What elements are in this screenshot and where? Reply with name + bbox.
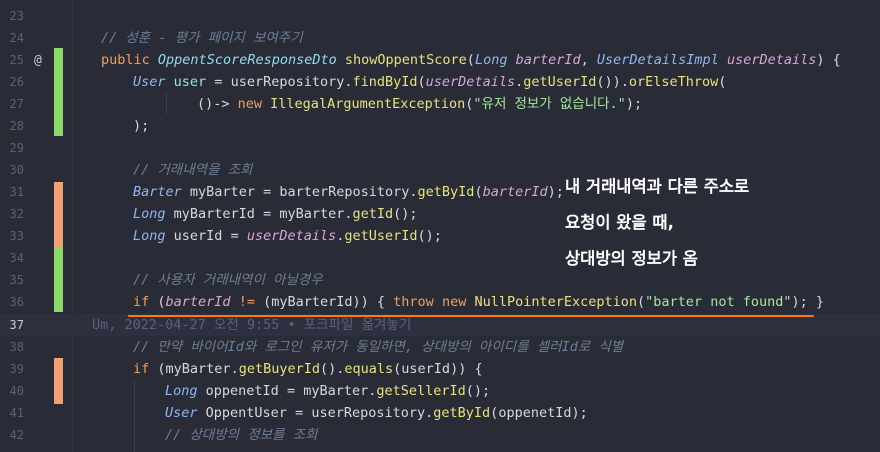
code-line-33: Long userId = userDetails.getUserId();	[133, 228, 442, 244]
line-number: 35	[9, 273, 24, 287]
code-line-25: public OppentScoreResponseDto showOppent…	[101, 52, 841, 68]
code-line-31: Barter myBarter = barterRepository.getBy…	[133, 184, 564, 200]
code-comment: // 거래내역을 조회	[133, 162, 253, 178]
line-number: 24	[9, 31, 24, 45]
line-number: 39	[9, 362, 24, 376]
code-line-27: ()-> new IllegalArgumentException("유저 정보…	[197, 96, 643, 112]
code-comment: // 상대방의 정보를 조회	[165, 427, 318, 443]
line-number: 40	[9, 384, 24, 398]
code-line-40: Long oppenetId = myBarter.getSellerId();	[165, 383, 491, 399]
code-comment: // 사용자 거래내역이 아닐경우	[133, 272, 323, 288]
line-number: 26	[9, 75, 24, 89]
code-line-28: );	[133, 118, 150, 134]
line-number: 34	[9, 251, 24, 265]
line-number: 33	[9, 229, 24, 243]
line-number: 31	[9, 185, 24, 199]
line-number: 27	[9, 97, 24, 111]
code-editor[interactable]: 23 24 // 성훈 - 평가 페이지 보여주기 25 @ public Op…	[0, 0, 880, 452]
annotation-text-line-2: 요청이 왔을 때,	[565, 213, 674, 232]
line-number: 36	[9, 295, 24, 309]
line-number: 23	[9, 9, 24, 23]
line-number: 30	[9, 163, 24, 177]
line-number: 29	[9, 141, 24, 155]
annotation-text-line-1: 내 거래내역과 다른 주소로	[565, 177, 750, 196]
line-number: 42	[9, 428, 24, 442]
code-line-36: if (barterId != (myBarterId)) { throw ne…	[133, 294, 824, 310]
code-line-39: if (myBarter.getBuyerId().equals(userId)…	[133, 361, 483, 377]
annotation-at-icon[interactable]: @	[34, 53, 42, 68]
code-line-26: User user = userRepository.findById(user…	[133, 74, 727, 90]
line-number: 28	[9, 119, 24, 133]
code-line-41: User OppentUser = userRepository.getById…	[165, 405, 588, 421]
code-comment: // 성훈 - 평가 페이지 보여주기	[101, 30, 303, 46]
line-number: 32	[9, 207, 24, 221]
git-blame-annotation[interactable]: Um, 2022-04-27 오전 9:55 • 포크파일 옮겨놓기	[92, 314, 411, 336]
line-number: 38	[9, 340, 24, 354]
code-comment: // 만약 바이어Id와 로그인 유저가 동일하면, 상대방의 아이디를 셀러I…	[133, 339, 624, 355]
annotation-text-line-3: 상대방의 정보가 옴	[565, 249, 698, 268]
code-line-32: Long myBarterId = myBarter.getId();	[133, 206, 418, 222]
line-number: 37	[9, 318, 24, 332]
line-number: 41	[9, 406, 24, 420]
line-number: 25	[9, 53, 24, 67]
